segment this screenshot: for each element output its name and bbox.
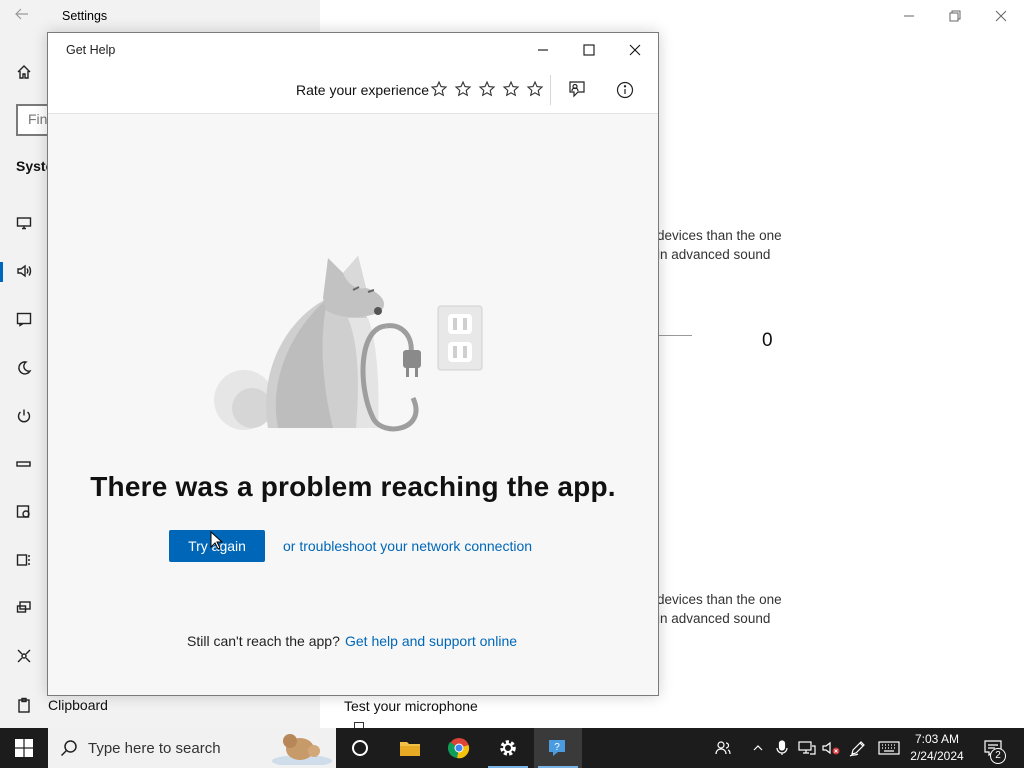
notification-count-badge: 2 [990,748,1006,764]
get-help-titlebar[interactable]: Get Help [48,33,658,67]
cortana-icon [352,740,368,756]
still-cant-reach-text: Still can't reach the app? [187,633,340,649]
svg-text:?: ? [554,742,560,753]
star-3-icon[interactable] [478,80,496,98]
storage-icon[interactable] [15,503,33,521]
settings-icon [500,740,516,756]
chrome-button[interactable] [435,728,483,768]
focus-assist-icon[interactable] [15,359,33,377]
clock-time[interactable]: 7:03 AM [908,732,966,746]
rate-experience-label: Rate your experience [296,82,430,98]
close-button[interactable] [612,35,658,65]
clipboard-icon[interactable] [15,696,33,714]
star-4-icon[interactable] [502,80,520,98]
sound-description-1-line1: devices than the one [657,228,782,243]
selected-indicator [0,262,3,282]
toolbar-divider [550,75,551,105]
volume-value: 0 [762,330,773,351]
search-icon [60,739,78,757]
settings-minimize-button[interactable] [886,4,932,28]
display-icon[interactable] [15,214,33,232]
back-arrow-icon[interactable] [14,6,36,26]
volume-muted-icon[interactable] [820,728,842,768]
test-microphone-label: Test your microphone [344,698,478,714]
nav-item-clipboard[interactable]: Clipboard [48,697,108,713]
sound-description-1: devices than the one in advanced sound [657,226,782,264]
maximize-button[interactable] [566,35,612,65]
home-icon[interactable] [15,63,33,81]
get-help-toolbar: Rate your experience [48,67,658,114]
touch-keyboard-icon[interactable] [876,728,902,768]
star-5-icon[interactable] [526,80,544,98]
settings-restore-button[interactable] [932,4,978,28]
shared-experiences-icon[interactable] [15,647,33,665]
notifications-icon[interactable] [15,310,33,328]
clock-date[interactable]: 2/24/2024 [906,749,968,763]
get-help-window: Get Help Rate your experience There was … [47,32,659,696]
taskbar-search-box[interactable]: Type here to search [48,728,336,768]
get-help-taskbar-button[interactable]: ? [534,728,582,768]
tablet-icon[interactable] [15,551,33,569]
microphone-tray-icon[interactable] [773,728,791,768]
sound-description-1-line2: in advanced sound [657,247,771,262]
search-placeholder: Type here to search [88,740,221,757]
power-icon[interactable] [15,407,33,425]
mouse-cursor-icon [210,530,226,551]
show-hidden-icons-chevron-icon[interactable] [748,728,768,768]
sound-description-2-line2: in advanced sound [657,611,771,626]
battery-icon[interactable] [15,455,33,473]
file-explorer-icon [400,742,420,756]
get-help-icon: ? [549,740,565,756]
multitasking-icon[interactable] [15,599,33,617]
file-explorer-button[interactable] [386,728,434,768]
start-button[interactable] [0,728,48,768]
error-heading: There was a problem reaching the app. [90,471,616,502]
troubleshoot-network-link[interactable]: or troubleshoot your network connection [283,538,532,554]
find-setting-placeholder: Fin [28,111,48,127]
settings-title: Settings [62,9,108,23]
feedback-icon[interactable] [566,79,588,101]
get-help-title: Get Help [66,43,116,57]
cortana-button[interactable] [336,728,384,768]
sound-description-2-line1: devices than the one [657,592,782,607]
taskbar: Type here to search ? 7:03 AM 2/24/2024 … [0,728,1024,768]
volume-slider-track[interactable] [658,335,692,336]
star-2-icon[interactable] [454,80,472,98]
network-icon[interactable] [796,728,818,768]
settings-close-button[interactable] [978,4,1024,28]
star-1-icon[interactable] [430,80,448,98]
sound-icon[interactable] [15,262,33,280]
search-highlight-image [270,731,334,767]
info-icon[interactable] [614,79,636,101]
windows-logo-icon [15,739,33,757]
chrome-icon [448,738,470,759]
unplugged-dog-illustration [208,218,508,438]
minimize-button[interactable] [520,35,566,65]
settings-taskbar-button[interactable] [484,728,532,768]
pen-workspace-icon[interactable] [846,728,870,768]
people-icon[interactable] [712,728,734,768]
sound-description-2: devices than the one in advanced sound [657,590,782,628]
get-help-online-link[interactable]: Get help and support online [345,633,517,649]
